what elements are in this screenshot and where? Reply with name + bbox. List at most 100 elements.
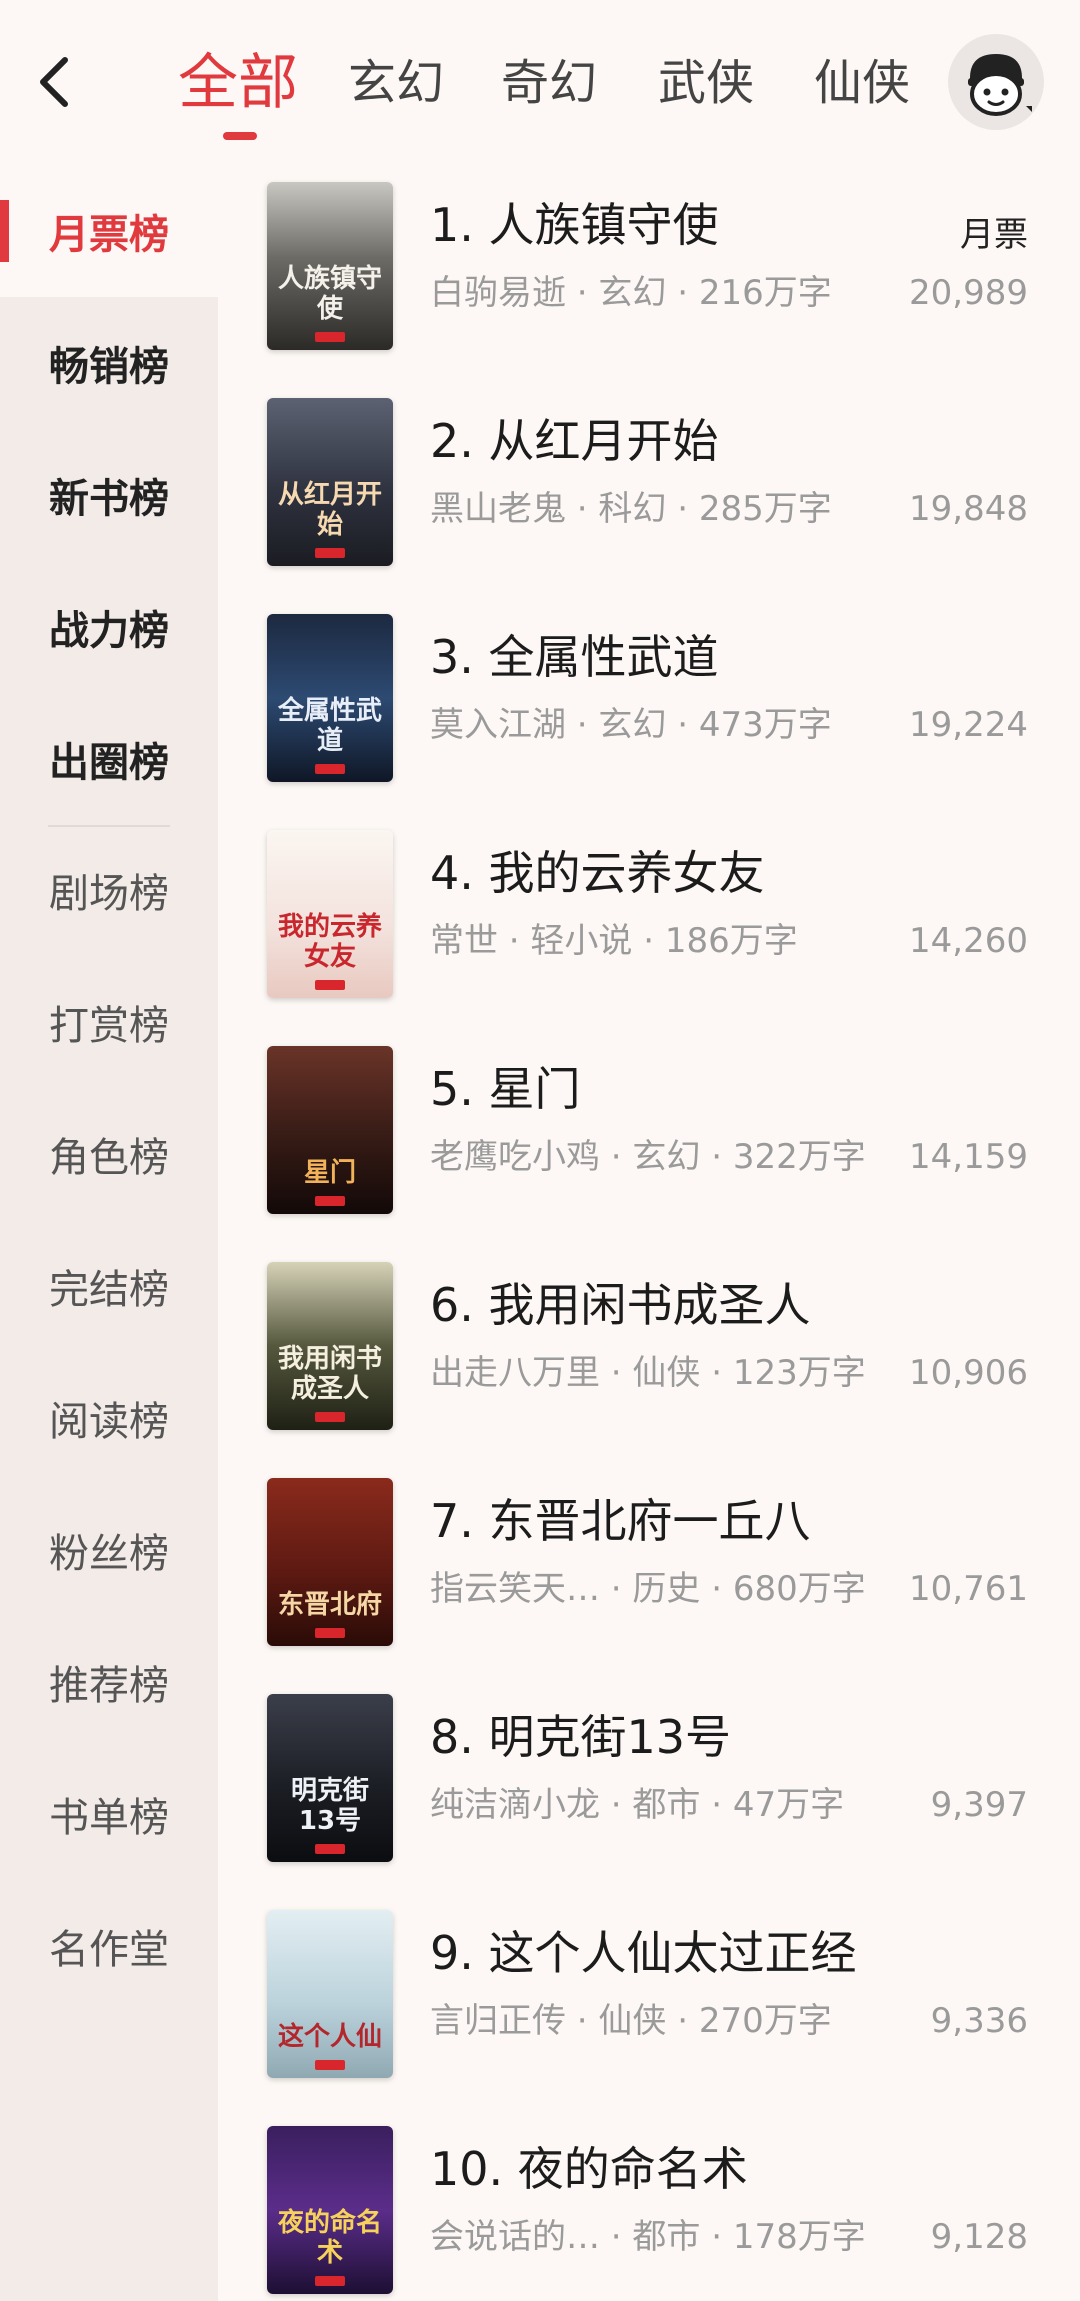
- rank-page: 全部 玄幻 奇幻 武侠 仙侠 月票榜 畅销榜 新书榜 战力榜 出圈榜 剧场榜 打…: [0, 0, 1080, 2301]
- book-cover: 全属性武道: [267, 614, 393, 782]
- cover-title: 东晋北府: [277, 1590, 382, 1620]
- sidebar-item-recommend[interactable]: 推荐榜: [0, 1616, 218, 1748]
- book-cover: 夜的命名术: [267, 2126, 393, 2294]
- sidebar-item-label: 新书榜: [49, 476, 169, 522]
- sidebar-item-label: 战力榜: [49, 608, 169, 654]
- vote-count: 9,128: [930, 2217, 1028, 2257]
- sidebar-item-label: 出圈榜: [49, 740, 169, 786]
- vote-count: 14,159: [909, 1137, 1028, 1177]
- sidebar-active-indicator: [0, 200, 9, 262]
- vote-count: 10,906: [909, 1353, 1028, 1393]
- sidebar-item-new-books[interactable]: 新书榜: [0, 429, 218, 561]
- cover-title: 全属性武道: [277, 696, 382, 756]
- sidebar-item-label: 角色榜: [49, 1135, 169, 1181]
- vote-count: 19,848: [909, 489, 1028, 529]
- vote-count: 19,224: [909, 705, 1028, 745]
- publisher-badge: [315, 2060, 345, 2070]
- list-item[interactable]: 明克街13号 8. 明克街13号 纯洁滴小龙 · 都市 · 47万字 9,397: [218, 1677, 1080, 1893]
- book-title: 7. 东晋北府一丘八: [430, 1494, 811, 1548]
- publisher-badge: [315, 1196, 345, 1206]
- book-meta: 指云笑天… · 历史 · 680万字: [430, 1569, 866, 1609]
- book-cover: 星门: [267, 1046, 393, 1214]
- book-title: 4. 我的云养女友: [430, 846, 765, 900]
- sidebar-item-label: 畅销榜: [49, 344, 169, 390]
- list-item[interactable]: 从红月开始 2. 从红月开始 黑山老鬼 · 科幻 · 285万字 19,848: [218, 381, 1080, 597]
- book-meta: 黑山老鬼 · 科幻 · 285万字: [430, 489, 832, 529]
- book-title: 9. 这个人仙太过正经: [430, 1926, 857, 1980]
- list-item[interactable]: 东晋北府 7. 东晋北府一丘八 指云笑天… · 历史 · 680万字 10,76…: [218, 1461, 1080, 1677]
- sidebar-item-label: 书单榜: [49, 1795, 169, 1841]
- sidebar-item-tips[interactable]: 打赏榜: [0, 956, 218, 1088]
- publisher-badge: [315, 1844, 345, 1854]
- tab-all[interactable]: 全部: [178, 38, 298, 140]
- tab-xuanhuan[interactable]: 玄幻: [348, 38, 444, 128]
- publisher-badge: [315, 764, 345, 774]
- sidebar-item-characters[interactable]: 角色榜: [0, 1088, 218, 1220]
- book-title: 1. 人族镇守使: [430, 198, 719, 252]
- vote-count: 9,336: [930, 2001, 1028, 2041]
- publisher-badge: [315, 548, 345, 558]
- tab-label: 仙侠: [814, 55, 911, 111]
- book-cover: 我用闲书成圣人: [267, 1262, 393, 1430]
- avatar-icon: [968, 54, 1032, 116]
- publisher-badge: [315, 332, 345, 342]
- list-item[interactable]: 我用闲书成圣人 6. 我用闲书成圣人 出走八万里 · 仙侠 · 123万字 10…: [218, 1245, 1080, 1461]
- tab-label: 全部: [178, 48, 298, 118]
- cover-title: 人族镇守使: [277, 264, 382, 324]
- book-meta: 莫入江湖 · 玄幻 · 473万字: [430, 705, 832, 745]
- sidebar-item-label: 推荐榜: [49, 1663, 169, 1709]
- tab-qihuan[interactable]: 奇幻: [501, 38, 597, 128]
- list-item[interactable]: 夜的命名术 10. 夜的命名术 会说话的… · 都市 · 178万字 9,128: [218, 2109, 1080, 2301]
- sidebar-item-bestseller[interactable]: 畅销榜: [0, 297, 218, 429]
- book-cover: 人族镇守使: [267, 182, 393, 350]
- book-title: 6. 我用闲书成圣人: [430, 1278, 811, 1332]
- cover-title: 这个人仙: [277, 2022, 382, 2052]
- publisher-badge: [315, 1412, 345, 1422]
- sidebar-item-completed[interactable]: 完结榜: [0, 1220, 218, 1352]
- book-title: 3. 全属性武道: [430, 630, 719, 684]
- sidebar-item-hall-of-fame[interactable]: 名作堂: [0, 1880, 218, 2012]
- list-item[interactable]: 全属性武道 3. 全属性武道 莫入江湖 · 玄幻 · 473万字 19,224: [218, 597, 1080, 813]
- cover-title: 星门: [303, 1158, 356, 1188]
- book-meta: 言归正传 · 仙侠 · 270万字: [430, 2001, 832, 2041]
- vote-count: 20,989: [909, 273, 1028, 313]
- top-bar: 全部 玄幻 奇幻 武侠 仙侠: [0, 0, 1080, 165]
- avatar-button[interactable]: [948, 34, 1044, 130]
- back-button[interactable]: [20, 42, 90, 122]
- list-item[interactable]: 这个人仙 9. 这个人仙太过正经 言归正传 · 仙侠 · 270万字 9,336: [218, 1893, 1080, 2109]
- publisher-badge: [315, 1628, 345, 1638]
- list-item[interactable]: 星门 5. 星门 老鹰吃小鸡 · 玄幻 · 322万字 14,159: [218, 1029, 1080, 1245]
- book-title: 8. 明克街13号: [430, 1710, 732, 1764]
- ranking-sidebar: 月票榜 畅销榜 新书榜 战力榜 出圈榜 剧场榜 打赏榜 角色榜 完结榜 阅读榜: [0, 165, 218, 2301]
- book-ranking-list: 月票 人族镇守使 1. 人族镇守使 白驹易逝 · 玄幻 · 216万字 20,9…: [218, 165, 1080, 2301]
- sidebar-item-reading[interactable]: 阅读榜: [0, 1352, 218, 1484]
- publisher-badge: [315, 980, 345, 990]
- sidebar-item-theater[interactable]: 剧场榜: [0, 824, 218, 956]
- sidebar-item-label: 剧场榜: [49, 871, 169, 917]
- list-item[interactable]: 人族镇守使 1. 人族镇守使 白驹易逝 · 玄幻 · 216万字 20,989: [218, 165, 1080, 381]
- book-cover: 明克街13号: [267, 1694, 393, 1862]
- list-item[interactable]: 我的云养女友 4. 我的云养女友 常世 · 轻小说 · 186万字 14,260: [218, 813, 1080, 1029]
- book-meta: 纯洁滴小龙 · 都市 · 47万字: [430, 1785, 845, 1825]
- sidebar-item-label: 粉丝榜: [49, 1531, 169, 1577]
- vote-count: 14,260: [909, 921, 1028, 961]
- sidebar-item-label: 阅读榜: [49, 1399, 169, 1445]
- sidebar-item-label: 月票榜: [49, 212, 169, 258]
- sidebar-item-power[interactable]: 战力榜: [0, 561, 218, 693]
- tab-wuxia[interactable]: 武侠: [658, 38, 754, 128]
- sidebar-item-label: 打赏榜: [49, 1003, 169, 1049]
- sidebar-item-fans[interactable]: 粉丝榜: [0, 1484, 218, 1616]
- tab-label: 玄幻: [348, 55, 445, 111]
- sidebar-item-booklist[interactable]: 书单榜: [0, 1748, 218, 1880]
- sidebar-item-breakout[interactable]: 出圈榜: [0, 693, 218, 825]
- vote-count: 9,397: [930, 1785, 1028, 1825]
- tab-xianxia[interactable]: 仙侠: [814, 38, 910, 128]
- sidebar-item-monthly-ticket[interactable]: 月票榜: [0, 165, 218, 297]
- tab-active-indicator: [223, 132, 257, 140]
- tab-label: 武侠: [658, 55, 755, 111]
- tab-label: 奇幻: [501, 55, 598, 111]
- sidebar-item-label: 名作堂: [49, 1927, 169, 1973]
- publisher-badge: [315, 2276, 345, 2286]
- book-cover: 这个人仙: [267, 1910, 393, 2078]
- book-meta: 出走八万里 · 仙侠 · 123万字: [430, 1353, 866, 1393]
